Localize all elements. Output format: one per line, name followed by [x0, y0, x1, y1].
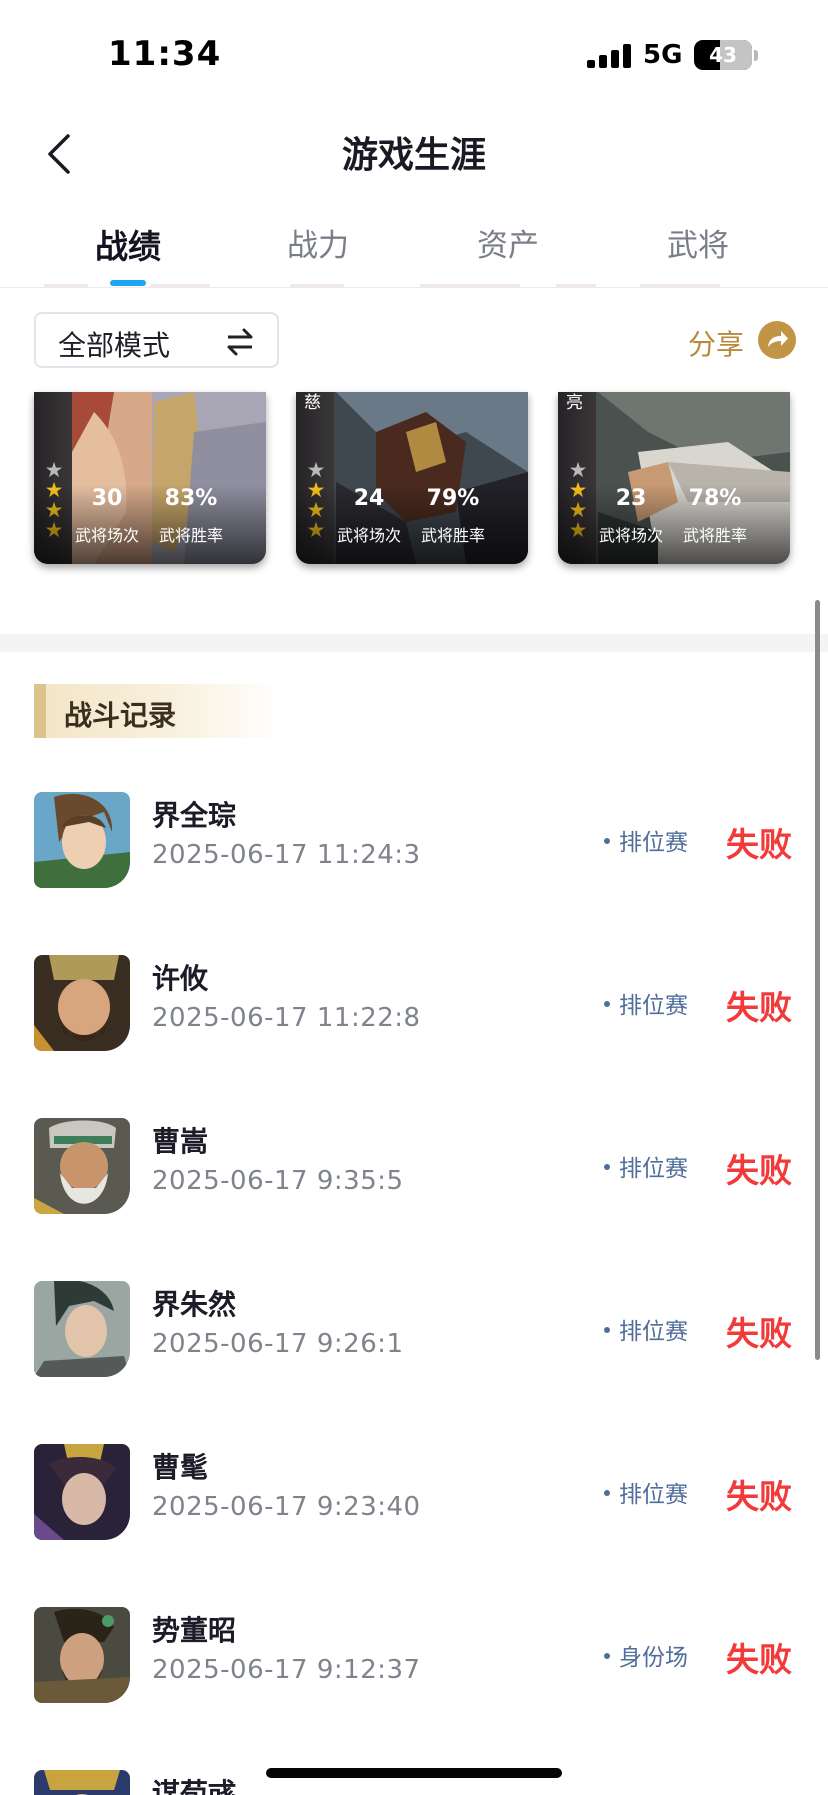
hero-matches: 24 — [353, 486, 385, 511]
hero-winrate: 83% — [164, 486, 218, 511]
match-result: 失败 — [726, 825, 792, 864]
match-time: 2025-06-17 9:35:5 — [152, 1166, 404, 1196]
match-mode-label: 排位赛 — [619, 1482, 688, 1508]
hero-name-fragment: 亮 — [566, 393, 583, 413]
hero-name: 界朱然 — [152, 1288, 237, 1321]
battle-record-row[interactable]: 势董昭 2025-06-17 9:12:37 身份场 失败 — [0, 1585, 828, 1715]
match-time: 2025-06-17 9:26:1 — [152, 1329, 404, 1359]
share-button[interactable]: 分享 — [688, 318, 798, 362]
hero-name: 界全琮 — [152, 799, 237, 832]
match-time: 2025-06-17 11:22:8 — [152, 1003, 421, 1033]
hero-name: 势董昭 — [152, 1614, 237, 1647]
tab-heroes[interactable]: 武将 — [628, 220, 768, 265]
page-title: 游戏生涯 — [341, 135, 486, 176]
match-mode-label: 身份场 — [619, 1645, 688, 1671]
hero-avatar — [34, 1770, 130, 1795]
section-divider — [0, 634, 828, 652]
nav-bar: 游戏生涯 — [0, 110, 828, 200]
battle-record-row[interactable]: 曹髦 2025-06-17 9:23:40 排位赛 失败 — [0, 1422, 828, 1552]
hero-matches-label: 武将场次 — [598, 526, 663, 545]
swap-icon — [227, 328, 253, 356]
hero-card[interactable]: 慈 ★ ★ ★ ★ 24 79% 武将场次 武将胜率 — [296, 392, 528, 564]
hero-name-fragment: 慈 — [304, 393, 321, 413]
match-time: 2025-06-17 9:23:40 — [152, 1492, 421, 1522]
hero-avatar — [34, 792, 130, 888]
tab-bar: 战绩 战力 资产 武将 — [0, 200, 828, 288]
hero-name: 曹髦 — [152, 1451, 209, 1484]
hero-avatar — [34, 1281, 130, 1377]
hero-winrate-label: 武将胜率 — [682, 526, 747, 545]
hero-card-strip: ★ ★ ★ ★ 30 83% 武将场次 武将胜率 慈 ★ ★ ★ ★ 24 7 — [0, 392, 828, 564]
match-result: 失败 — [726, 988, 792, 1027]
battle-record-row[interactable]: 界全琮 2025-06-17 11:24:3 排位赛 失败 — [0, 770, 828, 900]
star-icon: ★ — [306, 458, 326, 482]
hero-winrate: 78% — [688, 486, 742, 511]
tab-power[interactable]: 战力 — [248, 220, 388, 265]
battery-level: 43 — [709, 43, 737, 67]
battery-icon: 43 — [694, 40, 752, 70]
hero-card[interactable]: ★ ★ ★ ★ 30 83% 武将场次 武将胜率 — [34, 392, 266, 564]
star-icon: ★ — [568, 458, 588, 482]
match-time: 2025-06-17 11:24:3 — [152, 840, 421, 870]
hero-avatar — [34, 1118, 130, 1214]
mode-select-label: 全部模式 — [58, 329, 171, 362]
signal-icon — [587, 44, 631, 68]
match-mode-label: 排位赛 — [619, 993, 688, 1019]
active-tab-indicator — [110, 280, 146, 286]
match-mode-label: 排位赛 — [619, 1319, 688, 1345]
mode-select[interactable]: 全部模式 — [34, 312, 279, 368]
hero-avatar — [34, 1607, 130, 1703]
hero-name: 谋荀彧 — [152, 1777, 237, 1795]
hero-avatar — [34, 955, 130, 1051]
match-mode-label: 排位赛 — [619, 1156, 688, 1182]
match-mode: 身份场 — [604, 1638, 688, 1672]
hero-winrate-label: 武将胜率 — [420, 526, 485, 545]
status-time: 11:34 — [108, 34, 222, 74]
hero-winrate: 79% — [426, 486, 480, 511]
hero-matches-label: 武将场次 — [336, 526, 401, 545]
match-mode-label: 排位赛 — [619, 830, 688, 856]
match-result: 失败 — [726, 1477, 792, 1516]
hero-name: 许攸 — [152, 962, 209, 995]
battle-record-row[interactable]: 许攸 2025-06-17 11:22:8 排位赛 失败 — [0, 933, 828, 1063]
home-indicator[interactable] — [266, 1768, 562, 1778]
hero-name: 曹嵩 — [152, 1125, 209, 1158]
match-mode: 排位赛 — [604, 1312, 688, 1346]
tab-record[interactable]: 战绩 — [58, 220, 198, 268]
network-label: 5G — [643, 40, 683, 70]
battle-record-row[interactable]: 界朱然 2025-06-17 9:26:1 排位赛 失败 — [0, 1259, 828, 1389]
scrollbar[interactable] — [815, 600, 820, 1360]
match-result: 失败 — [726, 1314, 792, 1353]
status-bar: 11:34 5G 43 — [0, 0, 828, 110]
match-mode: 排位赛 — [604, 1475, 688, 1509]
match-time: 2025-06-17 9:12:37 — [152, 1655, 421, 1685]
match-result: 失败 — [726, 1151, 792, 1190]
section-title: 战斗记录 — [64, 699, 177, 732]
share-label: 分享 — [688, 328, 745, 361]
match-mode: 排位赛 — [604, 823, 688, 857]
hero-matches-label: 武将场次 — [74, 526, 139, 545]
match-mode: 排位赛 — [604, 986, 688, 1020]
match-mode: 排位赛 — [604, 1149, 688, 1183]
section-header: 战斗记录 — [34, 684, 284, 738]
star-icon: ★ — [44, 458, 64, 482]
hero-matches: 23 — [615, 486, 647, 511]
battle-record-row[interactable]: 曹嵩 2025-06-17 9:35:5 排位赛 失败 — [0, 1096, 828, 1226]
hero-card[interactable]: 亮 ★ ★ ★ ★ 23 78% 武将场次 武将胜率 — [558, 392, 790, 564]
hero-matches: 30 — [91, 486, 123, 511]
hero-avatar — [34, 1444, 130, 1540]
match-result: 失败 — [726, 1640, 792, 1679]
hero-winrate-label: 武将胜率 — [158, 526, 223, 545]
share-arrow-icon — [758, 321, 796, 359]
tab-assets[interactable]: 资产 — [438, 220, 578, 265]
battery-tip — [754, 50, 758, 61]
